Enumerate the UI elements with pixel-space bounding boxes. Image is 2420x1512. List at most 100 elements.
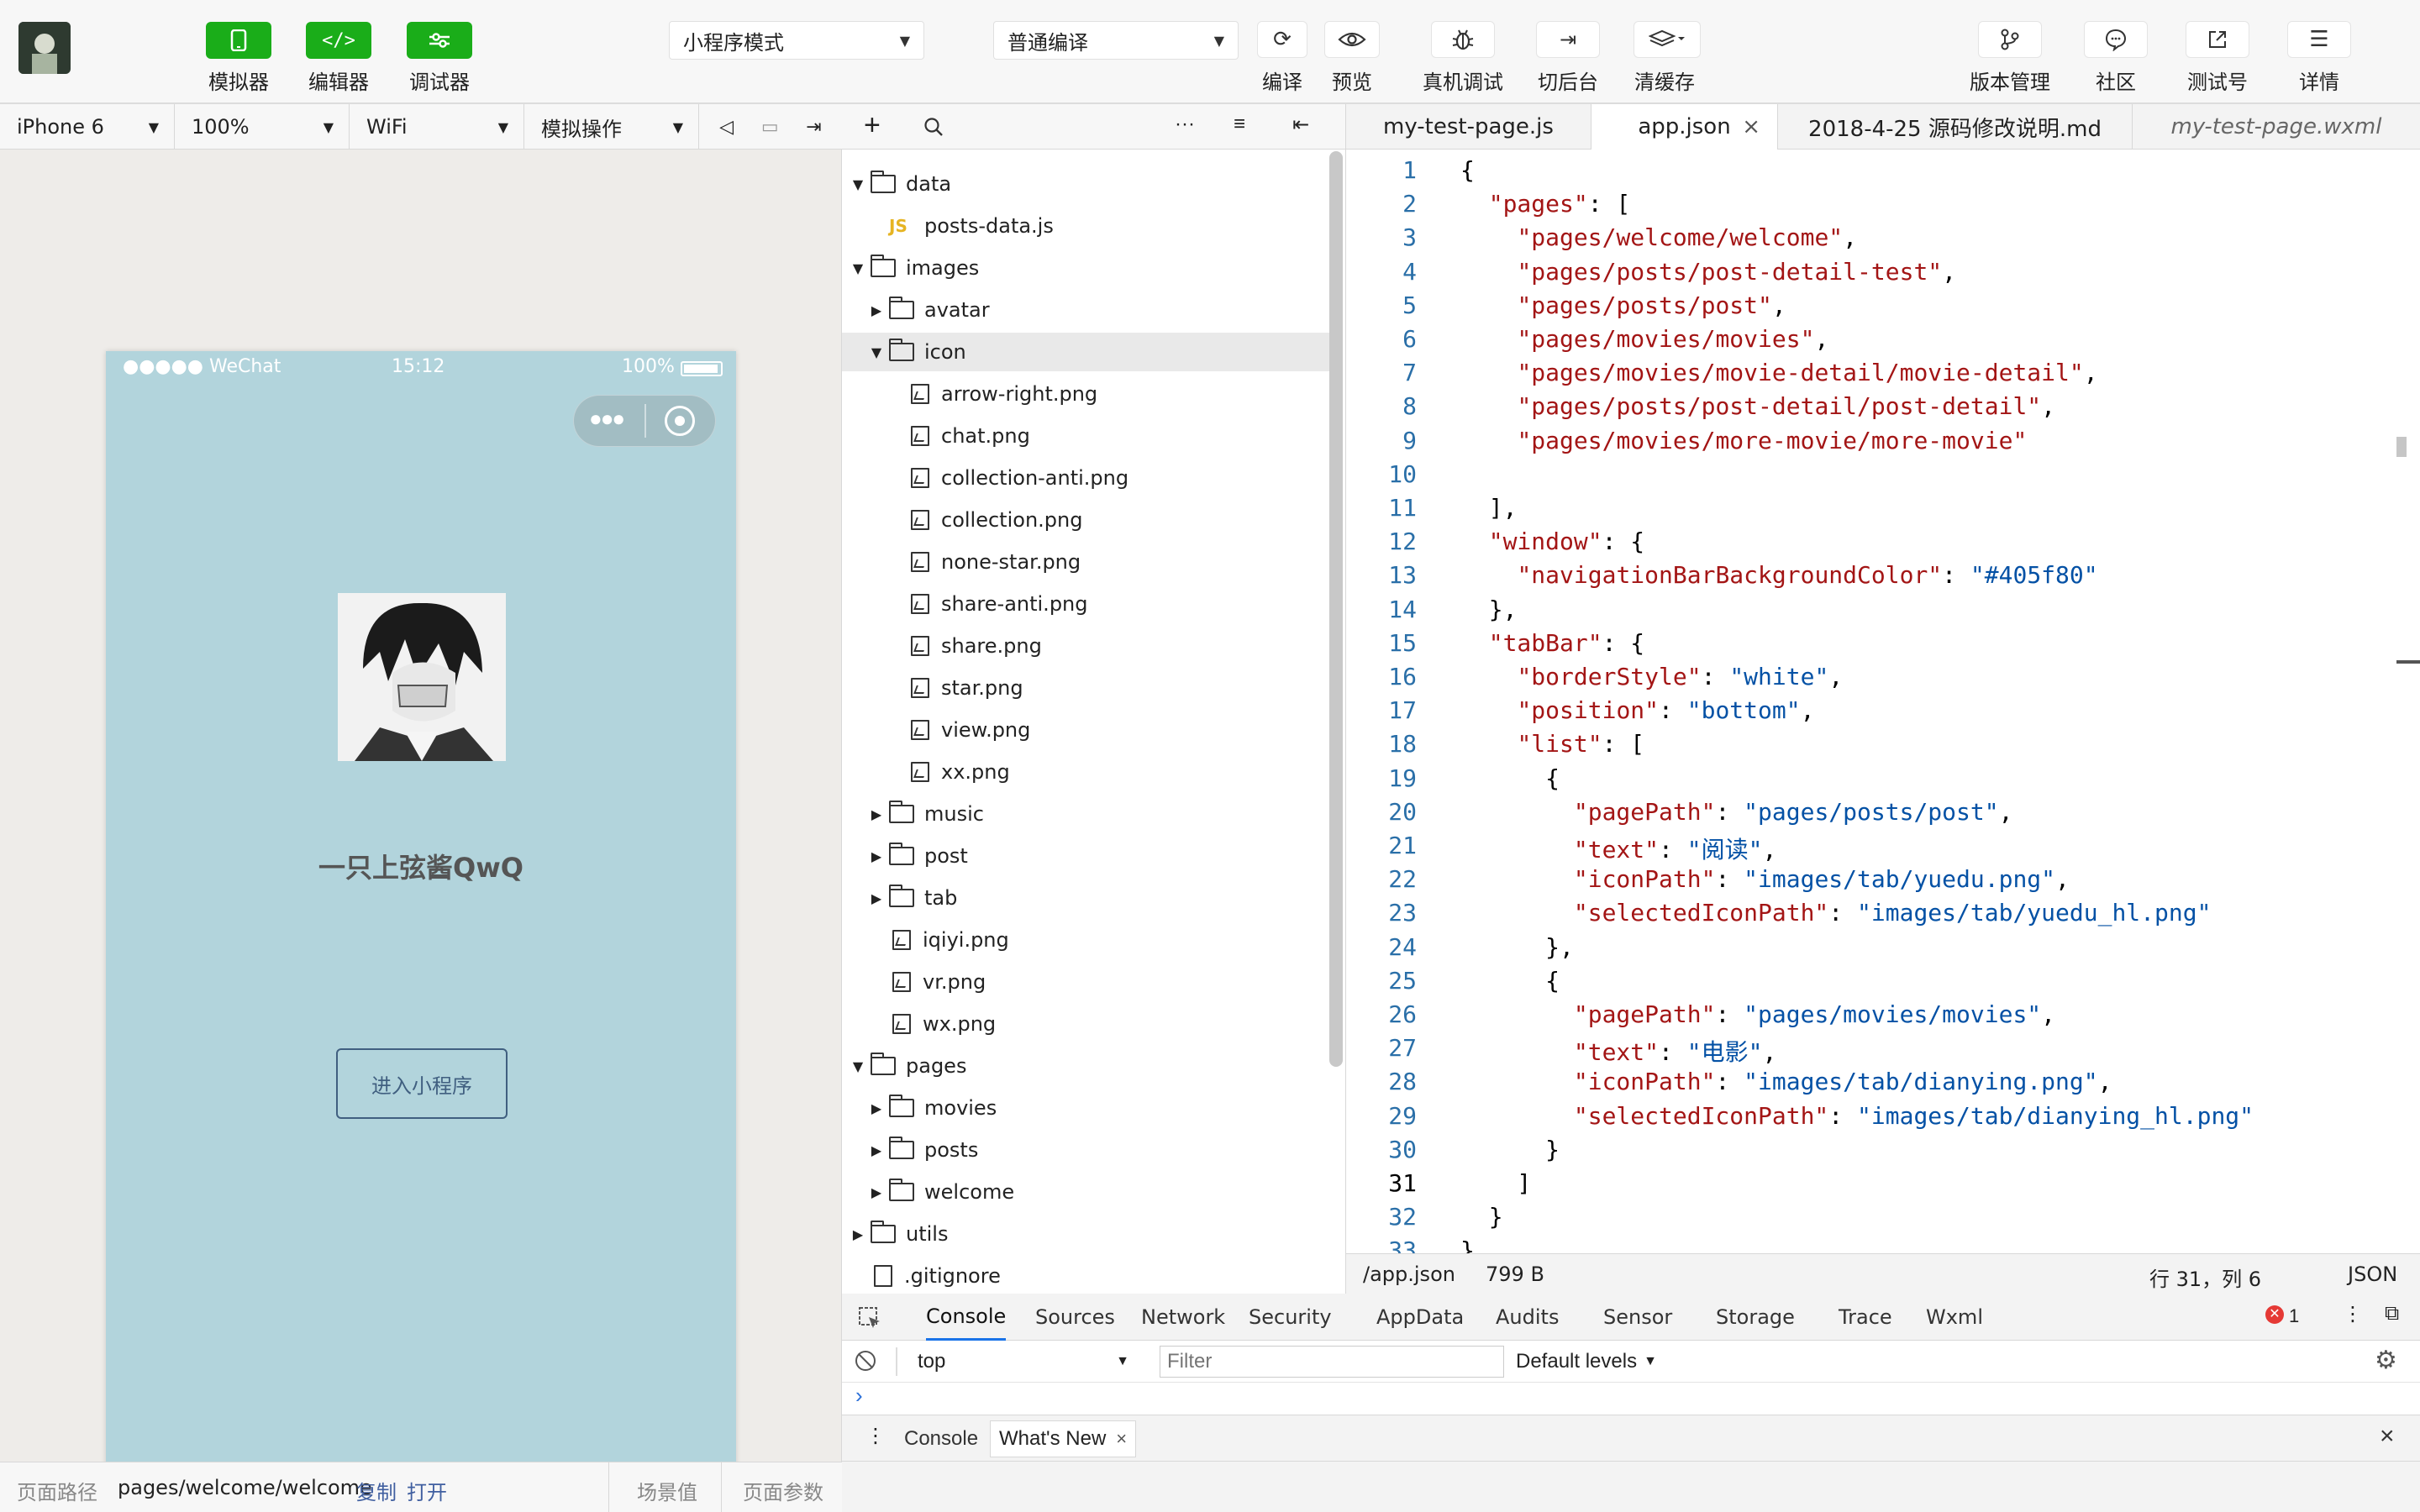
drawer-tab-console[interactable]: Console bbox=[904, 1427, 978, 1451]
code-line[interactable]: "window": { bbox=[1460, 528, 1644, 555]
open-path-link[interactable]: 打开 bbox=[407, 1476, 447, 1505]
user-avatar[interactable] bbox=[18, 22, 71, 74]
tree-folder[interactable]: ▶ welcome bbox=[842, 1173, 1329, 1211]
close-drawer-icon[interactable]: × bbox=[2380, 1422, 2395, 1451]
detach-icon[interactable]: ⇥ bbox=[806, 117, 821, 138]
debugger-toggle-button[interactable] bbox=[407, 22, 472, 59]
settings-gear-icon[interactable]: ⚙ bbox=[2375, 1346, 2397, 1375]
drawer-tab-whats-new[interactable]: What's New × bbox=[990, 1420, 1137, 1457]
code-line[interactable]: "pages/movies/movies", bbox=[1460, 325, 1828, 353]
devtools-tab[interactable]: Security bbox=[1249, 1294, 1332, 1341]
devtools-tab[interactable]: Sources bbox=[1035, 1294, 1115, 1341]
tree-file[interactable]: xx.png bbox=[842, 753, 1329, 791]
tree-folder[interactable]: ▼ images bbox=[842, 249, 1329, 287]
community-button[interactable] bbox=[2084, 21, 2148, 58]
code-line[interactable]: "selectedIconPath": "images/tab/dianying… bbox=[1460, 1102, 2254, 1130]
code-line[interactable]: "position": "bottom", bbox=[1460, 696, 1814, 724]
add-file-icon[interactable]: + bbox=[864, 109, 881, 142]
tree-file[interactable]: wx.png bbox=[842, 1005, 1329, 1043]
drawer-menu-icon[interactable]: ⋮ bbox=[865, 1424, 886, 1448]
error-count[interactable]: 1 bbox=[2289, 1305, 2299, 1327]
tree-file[interactable]: arrow-right.png bbox=[842, 375, 1329, 413]
compile-button[interactable]: ⟳ bbox=[1257, 21, 1307, 58]
code-line[interactable]: ] bbox=[1460, 1169, 1531, 1197]
more-icon[interactable]: ··· bbox=[1175, 113, 1195, 136]
tree-file[interactable]: share.png bbox=[842, 627, 1329, 665]
code-line[interactable]: } bbox=[1460, 1136, 1560, 1163]
hide-tree-icon[interactable]: ⇤ bbox=[1292, 113, 1309, 137]
tree-file[interactable]: none-star.png bbox=[842, 543, 1329, 581]
rotate-icon[interactable]: ▭ bbox=[761, 117, 779, 138]
code-line[interactable]: "borderStyle": "white", bbox=[1460, 663, 1843, 690]
code-line[interactable]: "pages/movies/more-movie/more-movie" bbox=[1460, 427, 2027, 454]
error-icon[interactable]: ✕ bbox=[2265, 1305, 2284, 1324]
log-levels-select[interactable]: Default levels ▼ bbox=[1516, 1346, 1657, 1378]
version-button[interactable] bbox=[1978, 21, 2042, 58]
tree-folder[interactable]: ▶ avatar bbox=[842, 291, 1329, 329]
code-line[interactable]: "iconPath": "images/tab/yuedu.png", bbox=[1460, 865, 2070, 893]
clear-console-icon[interactable] bbox=[855, 1351, 876, 1371]
inspect-icon[interactable] bbox=[857, 1305, 882, 1331]
remote-debug-button[interactable] bbox=[1431, 21, 1495, 58]
code-line[interactable]: "pages/posts/post-detail-test", bbox=[1460, 258, 1956, 286]
code-line[interactable]: "tabBar": { bbox=[1460, 629, 1644, 657]
tree-folder[interactable]: ▼ icon bbox=[842, 333, 1329, 371]
code-line[interactable]: "pages/posts/post-detail/post-detail", bbox=[1460, 392, 2055, 420]
tree-folder[interactable]: ▶ post bbox=[842, 837, 1329, 875]
close-icon[interactable]: × bbox=[1116, 1428, 1127, 1450]
tree-folder[interactable]: ▶ posts bbox=[842, 1131, 1329, 1169]
details-button[interactable]: ☰ bbox=[2287, 21, 2351, 58]
test-account-button[interactable] bbox=[2186, 21, 2249, 58]
code-line[interactable]: "iconPath": "images/tab/dianying.png", bbox=[1460, 1068, 2112, 1095]
code-line[interactable]: "navigationBarBackgroundColor": "#405f80… bbox=[1460, 561, 2097, 589]
code-line[interactable]: { bbox=[1460, 156, 1475, 184]
tree-file[interactable]: iqiyi.png bbox=[842, 921, 1329, 959]
device-select[interactable]: iPhone 6 ▼ bbox=[0, 104, 175, 150]
language-mode[interactable]: JSON bbox=[2348, 1263, 2397, 1286]
simulator-toggle-button[interactable] bbox=[206, 22, 271, 59]
devtools-tab[interactable]: Audits bbox=[1496, 1294, 1559, 1341]
clear-cache-button[interactable] bbox=[1634, 21, 1701, 58]
tab-my-test-page-js[interactable]: my-test-page.js bbox=[1346, 104, 1591, 150]
mode-select[interactable]: 小程序模式 ▼ bbox=[669, 21, 924, 60]
code-line[interactable]: { bbox=[1460, 967, 1560, 995]
code-line[interactable]: ], bbox=[1460, 494, 1518, 522]
tree-file[interactable]: JS posts-data.js bbox=[842, 207, 1329, 245]
code-line[interactable]: "pages/welcome/welcome", bbox=[1460, 223, 1857, 251]
enter-miniprogram-button[interactable]: 进入小程序 bbox=[336, 1048, 508, 1119]
code-line[interactable]: "pages/movies/movie-detail/movie-detail"… bbox=[1460, 359, 2097, 386]
devtools-tab[interactable]: Sensor bbox=[1603, 1294, 1672, 1341]
background-button[interactable]: ⇥ bbox=[1536, 21, 1600, 58]
console-filter-input[interactable] bbox=[1160, 1346, 1504, 1378]
tab-app-json[interactable]: app.json × bbox=[1591, 104, 1778, 150]
network-select[interactable]: WiFi ▼ bbox=[350, 104, 524, 150]
tree-file[interactable]: collection-anti.png bbox=[842, 459, 1329, 497]
close-miniprogram-icon[interactable] bbox=[665, 406, 695, 436]
copy-path-link[interactable]: 复制 bbox=[356, 1476, 397, 1505]
tree-file[interactable]: collection.png bbox=[842, 501, 1329, 539]
tree-folder[interactable]: ▶ movies bbox=[842, 1089, 1329, 1127]
zoom-select[interactable]: 100% ▼ bbox=[175, 104, 350, 150]
devtools-tab[interactable]: Trace bbox=[1839, 1294, 1892, 1341]
tree-file[interactable]: .gitignore bbox=[842, 1257, 1329, 1294]
scene-value-button[interactable]: 场景值 bbox=[637, 1476, 697, 1505]
more-dots-icon[interactable]: ●●● bbox=[589, 406, 625, 432]
code-line[interactable]: { bbox=[1460, 764, 1560, 792]
volume-icon[interactable]: ◁ bbox=[719, 117, 734, 138]
code-line[interactable]: "pages": [ bbox=[1460, 190, 1631, 218]
close-tab-icon[interactable]: × bbox=[1742, 114, 1760, 139]
tree-folder[interactable]: ▼ pages bbox=[842, 1047, 1329, 1085]
tree-folder[interactable]: ▶ tab bbox=[842, 879, 1329, 917]
code-line[interactable]: "list": [ bbox=[1460, 730, 1644, 758]
search-icon[interactable] bbox=[923, 116, 944, 138]
miniprogram-capsule[interactable]: ●●● bbox=[573, 395, 716, 447]
operation-select[interactable]: 模拟操作 ▼ bbox=[524, 104, 699, 150]
context-select[interactable]: top ▼ bbox=[909, 1346, 1138, 1378]
tab-readme-md[interactable]: 2018-4-25 源码修改说明.md bbox=[1778, 104, 2133, 150]
compile-select[interactable]: 普通编译 ▼ bbox=[993, 21, 1239, 60]
devtools-tab[interactable]: Network bbox=[1141, 1294, 1225, 1341]
code-line[interactable]: "text": "阅读", bbox=[1460, 832, 1776, 865]
code-line[interactable]: } bbox=[1460, 1203, 1503, 1231]
devtools-tab[interactable]: Storage bbox=[1716, 1294, 1795, 1341]
dock-icon[interactable]: ⧉ bbox=[2385, 1302, 2399, 1326]
